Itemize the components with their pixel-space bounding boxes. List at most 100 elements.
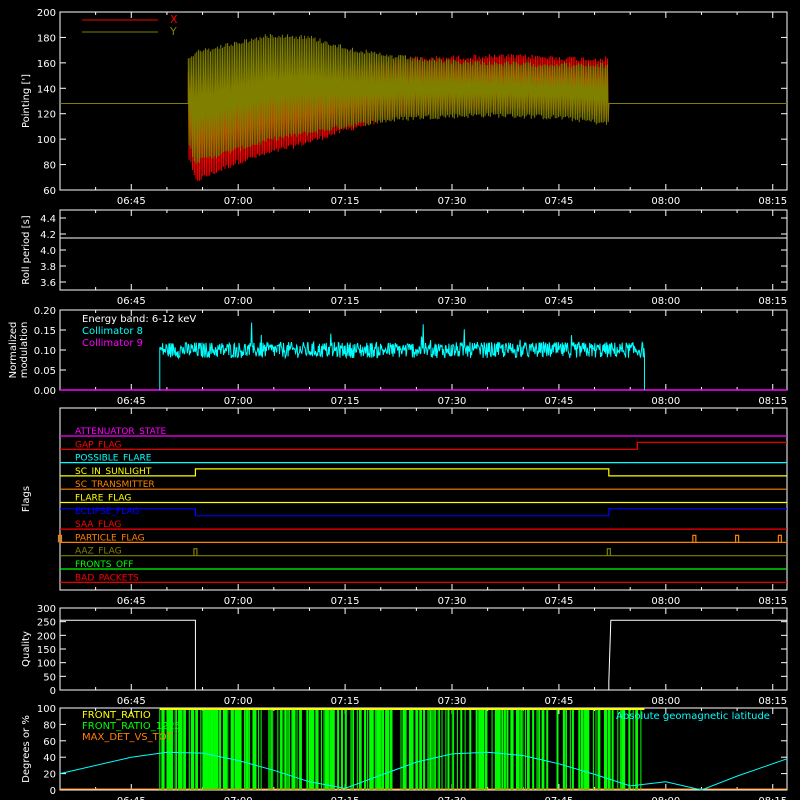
x-tick-label: 08:00 [651, 596, 680, 607]
y-tick-label: 200 [37, 631, 56, 642]
x-tick-label: 07:15 [331, 796, 360, 800]
x-tick-label: 07:00 [224, 196, 253, 207]
y-tick-label: 4.4 [40, 214, 56, 225]
x-tick-label: 06:45 [117, 596, 146, 607]
x-tick-label: 07:15 [331, 396, 360, 407]
x-tick-label: 08:00 [651, 296, 680, 307]
y-tick-label: 0 [50, 786, 56, 797]
x-tick-label: 08:00 [651, 796, 680, 800]
x-tick-label: 08:15 [758, 196, 787, 207]
x-tick-label: 08:15 [758, 296, 787, 307]
legend-label: FRONT_RATIO_1225 [82, 721, 181, 732]
y-tick-label: 0.15 [34, 326, 56, 337]
y-tick-label: 100 [37, 704, 56, 715]
figure: 608010012014016018020006:45 07:00 07:15 07:… [0, 0, 800, 800]
legend-label: Collimator 8 [82, 326, 143, 337]
y-tick-label: 80 [43, 161, 56, 172]
flag-label: SAA_FLAG [75, 520, 121, 530]
legend-label: MAX_DET_VS_TOT [82, 732, 174, 743]
y-tick-label: 250 [37, 618, 56, 629]
y-tick-label: 60 [43, 186, 56, 197]
y-tick-label: 180 [37, 33, 56, 44]
legend-label: Collimator 9 [82, 338, 143, 349]
y-tick-label: 40 [43, 753, 56, 764]
x-tick-label: 06:45 [117, 196, 146, 207]
y-tick-label: 0.05 [34, 366, 56, 377]
y-tick-label: 3.8 [40, 262, 56, 273]
flag-label: FLARE_FLAG [75, 494, 131, 504]
x-tick-label: 07:15 [331, 696, 360, 707]
x-tick-label: 07:30 [438, 796, 467, 800]
y-axis-label: Roll period [s] [21, 215, 32, 284]
x-tick-label: 07:30 [438, 596, 467, 607]
flag-label: ATTENUATOR_STATE [75, 427, 167, 437]
flag-label: POSSIBLE_FLARE [75, 454, 152, 464]
y-tick-label: 140 [37, 84, 56, 95]
y-tick-label: 150 [37, 645, 56, 656]
y-tick-label: 300 [37, 604, 56, 615]
y-axis-label: Flags [21, 486, 32, 512]
flag-label: GAP_FLAG [75, 440, 121, 450]
y-tick-label: 0.20 [34, 306, 56, 317]
flag-label: SC_IN_SUNLIGHT [75, 467, 152, 477]
x-tick-label: 07:45 [545, 396, 574, 407]
x-tick-label: 06:45 [117, 796, 146, 800]
flag-label: ECLIPSE_FLAG [75, 507, 139, 517]
y-tick-label: 120 [37, 110, 56, 121]
y-tick-label: 0 [50, 686, 56, 697]
y-tick-label: 50 [43, 672, 56, 683]
x-tick-label: 07:30 [438, 696, 467, 707]
x-tick-label: 07:00 [224, 596, 253, 607]
x-tick-label: 06:45 [117, 696, 146, 707]
y-tick-label: 3.6 [40, 278, 56, 289]
x-tick-label: 07:15 [331, 196, 360, 207]
y-tick-label: 20 [43, 770, 56, 781]
y-axis-label: Normalized [8, 322, 19, 379]
x-tick-label: 08:00 [651, 196, 680, 207]
x-tick-label: 07:00 [224, 696, 253, 707]
x-tick-label: 07:15 [331, 596, 360, 607]
x-tick-label: 07:45 [545, 696, 574, 707]
y-tick-label: 200 [37, 8, 56, 19]
legend-label: FRONT_RATIO [82, 710, 151, 721]
x-tick-label: 07:45 [545, 196, 574, 207]
x-tick-label: 07:00 [224, 396, 253, 407]
flag-label: AAZ_FLAG [75, 547, 122, 557]
x-tick-label: 07:00 [224, 296, 253, 307]
x-tick-label: 07:15 [331, 296, 360, 307]
x-tick-label: 07:45 [545, 596, 574, 607]
y-tick-label: 100 [37, 135, 56, 146]
flag-label: FRONTS_OFF [75, 560, 133, 570]
y-tick-label: 4.2 [40, 230, 56, 241]
x-tick-label: 08:15 [758, 696, 787, 707]
y-axis-label: modulation [19, 322, 30, 379]
y-tick-label: 160 [37, 59, 56, 70]
legend-label: Y [169, 25, 177, 38]
x-tick-label: 07:30 [438, 196, 467, 207]
energy-band-annotation: Energy band: 6-12 keV [82, 314, 196, 325]
y-tick-label: 100 [37, 659, 56, 670]
y-axis-label: Pointing ['] [21, 74, 32, 128]
x-tick-label: 08:15 [758, 596, 787, 607]
flag-label: PARTICLE_FLAG [75, 533, 145, 543]
y-tick-label: 60 [43, 737, 56, 748]
x-tick-label: 07:30 [438, 296, 467, 307]
flag-label: SC_TRANSMITTER [75, 480, 155, 490]
y-tick-label: 0.10 [34, 346, 56, 357]
x-tick-label: 07:30 [438, 396, 467, 407]
x-tick-label: 07:45 [545, 796, 574, 800]
x-tick-label: 08:00 [651, 396, 680, 407]
x-tick-label: 06:45 [117, 396, 146, 407]
x-tick-label: 08:00 [651, 696, 680, 707]
y-tick-label: 4.0 [40, 246, 56, 257]
x-tick-label: 07:45 [545, 296, 574, 307]
y-tick-label: 0.00 [34, 386, 56, 397]
y-axis-label: Degrees or % [21, 715, 32, 783]
y-tick-label: 80 [43, 720, 56, 731]
x-tick-label: 08:15 [758, 396, 787, 407]
flag-label: BAD_PACKETS [75, 573, 139, 583]
y-axis-label: Quality [21, 631, 32, 667]
x-tick-label: 07:00 [224, 796, 253, 800]
x-tick-label: 08:15 [758, 796, 787, 800]
legend-label: Absolute geomagnetic latitude [616, 711, 770, 722]
